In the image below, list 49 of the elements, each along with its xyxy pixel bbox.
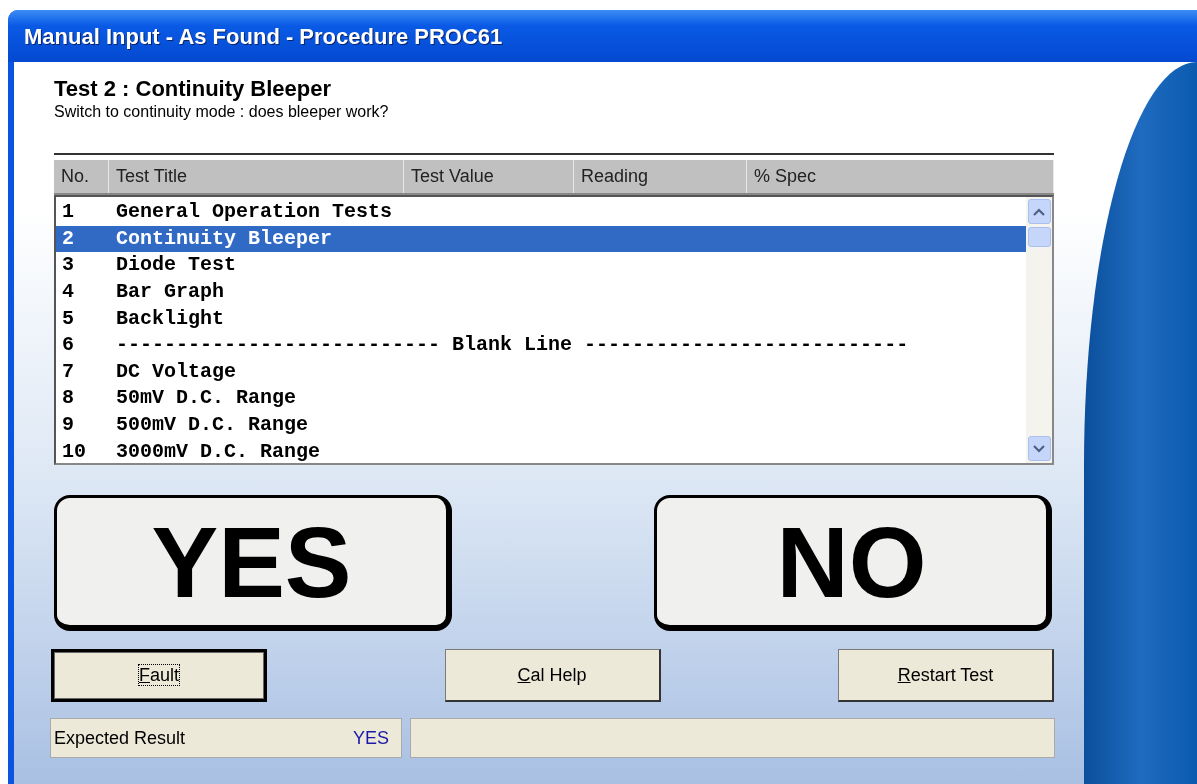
action-button[interactable]: Cal Help	[444, 649, 661, 702]
row-number: 4	[61, 279, 75, 306]
window-title: Manual Input - As Found - Procedure PROC61	[24, 22, 503, 51]
scroll-up-icon[interactable]	[1027, 199, 1051, 224]
row-number: 2	[61, 225, 75, 252]
action-button[interactable]: Restart Test	[838, 649, 1054, 702]
test-row[interactable]: 4 Bar Graph	[56, 278, 1026, 306]
test-heading: Test 2 : Continuity Bleeper	[54, 75, 333, 102]
test-row[interactable]: 3 Diode Test	[56, 252, 1026, 279]
column-header[interactable]: Test Title	[109, 160, 404, 193]
column-header[interactable]: % Spec	[747, 160, 1054, 193]
test-title: General Operation Tests	[116, 199, 393, 226]
test-title: 500mV D.C. Range	[116, 412, 309, 439]
scrollbar[interactable]	[1026, 197, 1052, 463]
test-title: 50mV D.C. Range	[116, 385, 297, 412]
test-title: Backlight	[116, 305, 225, 332]
status-value: YES	[352, 726, 389, 750]
test-row[interactable]: 10 3000mV D.C. Range	[56, 438, 1026, 465]
test-title: 3000mV D.C. Range	[116, 438, 321, 465]
row-number: 8	[61, 385, 75, 412]
test-title: DC Voltage	[116, 358, 237, 385]
answer-button[interactable]: YES	[54, 495, 452, 631]
answer-button[interactable]: NO	[654, 495, 1052, 631]
row-number: 5	[61, 305, 75, 332]
test-title: Bar Graph	[116, 279, 225, 306]
row-number: 3	[61, 252, 75, 279]
column-header[interactable]: Test Value	[404, 160, 574, 193]
test-title: Diode Test	[116, 252, 237, 279]
test-row[interactable]: 7 DC Voltage	[56, 358, 1026, 386]
scroll-down-icon[interactable]	[1027, 436, 1051, 461]
test-row[interactable]: 1 General Operation Tests	[56, 199, 1026, 226]
row-number: 6	[61, 332, 75, 359]
scroll-thumb[interactable]	[1027, 227, 1051, 247]
test-row[interactable]: 6 --------------------------- Blank Line ---------------------------	[56, 331, 1026, 359]
test-title: --------------------------- Blank Line ---------------------------	[116, 332, 909, 359]
row-number: 1	[61, 199, 75, 226]
test-row[interactable]: 8 50mV D.C. Range	[56, 385, 1026, 412]
row-number: 9	[61, 412, 75, 439]
action-button[interactable]: Fault	[51, 649, 267, 702]
test-instruction: Switch to continuity mode : does bleeper work?	[54, 102, 390, 122]
test-row[interactable]: 9 500mV D.C. Range	[56, 411, 1026, 439]
column-header[interactable]: Reading	[574, 160, 747, 193]
status-label: Expected Result	[54, 726, 186, 750]
test-title: Continuity Bleeper	[116, 225, 333, 252]
column-header[interactable]: No.	[54, 160, 109, 193]
row-number: 7	[61, 358, 75, 385]
test-row[interactable]: 2 Continuity Bleeper	[56, 225, 1026, 253]
test-row[interactable]: 5 Backlight	[56, 305, 1026, 332]
row-number: 10	[61, 438, 87, 465]
